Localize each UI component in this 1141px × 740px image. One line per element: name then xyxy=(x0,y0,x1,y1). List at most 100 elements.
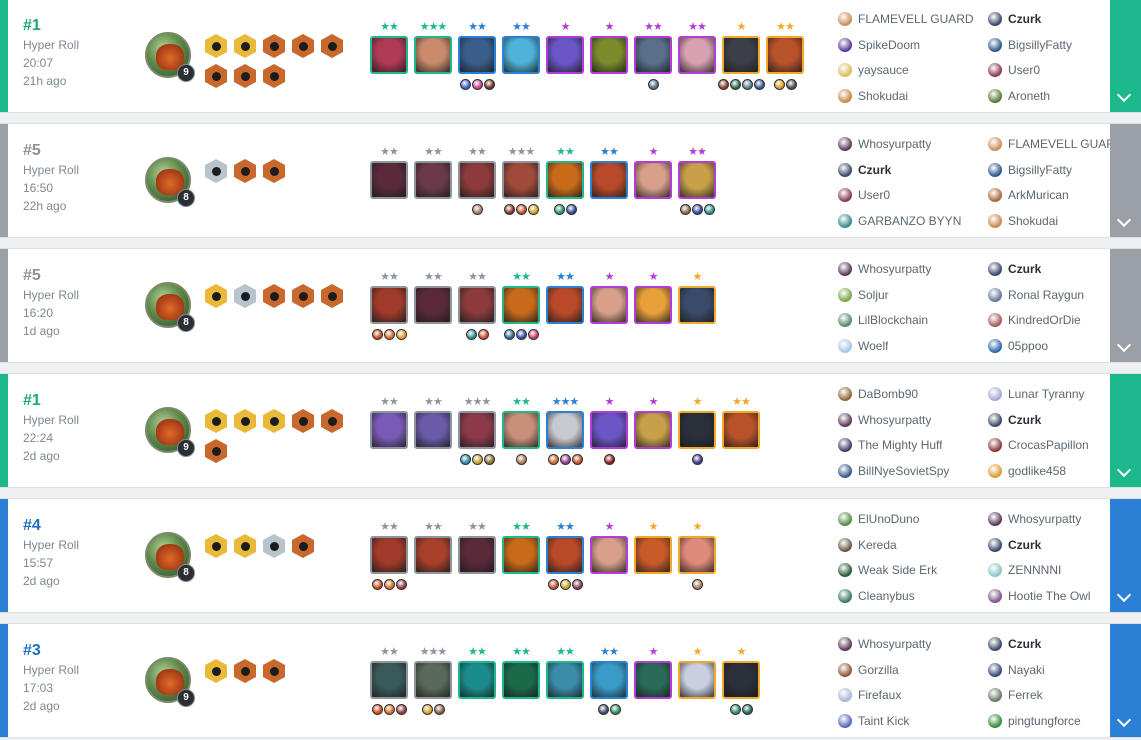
lobby-player[interactable]: Aroneth xyxy=(988,86,1126,106)
player-name[interactable]: Whosyurpatty xyxy=(858,637,931,651)
champion-portrait[interactable] xyxy=(502,161,540,199)
player-name[interactable]: 05ppoo xyxy=(1008,339,1048,353)
champion-portrait[interactable] xyxy=(590,161,628,199)
champion-portrait[interactable] xyxy=(634,36,672,74)
champion-unit[interactable]: ★ xyxy=(590,521,628,601)
champion-portrait[interactable] xyxy=(546,286,584,324)
player-name[interactable]: Firefaux xyxy=(858,688,901,702)
champion-portrait[interactable] xyxy=(546,536,584,574)
lobby-player[interactable]: Czurk xyxy=(988,259,1126,279)
champion-portrait[interactable] xyxy=(370,661,408,699)
champion-portrait[interactable] xyxy=(722,661,760,699)
trait-icon[interactable] xyxy=(205,409,227,433)
champion-portrait[interactable] xyxy=(634,536,672,574)
trait-icon[interactable] xyxy=(321,409,343,433)
champion-unit[interactable]: ★★★ xyxy=(458,396,496,476)
champion-unit[interactable]: ★★ xyxy=(370,271,408,351)
lobby-player[interactable]: Whosyurpatty xyxy=(838,134,976,154)
player-name[interactable]: Weak Side Erk xyxy=(858,563,937,577)
player-name[interactable]: Taint Kick xyxy=(858,714,909,728)
lobby-player[interactable]: FLAMEVELL GUARD xyxy=(988,134,1126,154)
item-icon[interactable] xyxy=(785,79,797,90)
lobby-player[interactable]: Czurk xyxy=(988,9,1126,29)
champion-unit[interactable]: ★★★ xyxy=(546,396,584,476)
lobby-player[interactable]: Hootie The Owl xyxy=(988,586,1126,606)
expand-details-button[interactable] xyxy=(1110,624,1141,737)
champion-unit[interactable]: ★★ xyxy=(370,396,408,476)
lobby-player[interactable]: Gorzilla xyxy=(838,660,976,680)
player-name[interactable]: DaBomb90 xyxy=(858,387,918,401)
trait-icon[interactable] xyxy=(321,34,343,58)
item-icon[interactable] xyxy=(371,579,383,590)
item-icon[interactable] xyxy=(459,79,471,90)
champion-unit[interactable]: ★★ xyxy=(502,646,540,726)
player-name[interactable]: pingtungforce xyxy=(1008,714,1081,728)
lobby-player[interactable]: FLAMEVELL GUARD xyxy=(838,9,976,29)
lobby-player[interactable]: Woelf xyxy=(838,336,976,356)
item-icon[interactable] xyxy=(383,704,395,715)
champion-unit[interactable]: ★★★ xyxy=(502,146,540,226)
match-row[interactable]: #5 Hyper Roll 16:50 22h ago 8 ★★ ★★ ★★ ★★★ ★★ ★★ ★ ★… xyxy=(0,123,1141,238)
champion-portrait[interactable] xyxy=(370,536,408,574)
champion-unit[interactable]: ★★ xyxy=(546,646,584,726)
item-icon[interactable] xyxy=(559,454,571,465)
player-name[interactable]: Ronal Raygun xyxy=(1008,288,1084,302)
champion-portrait[interactable] xyxy=(546,661,584,699)
player-name[interactable]: Hootie The Owl xyxy=(1008,589,1090,603)
champion-unit[interactable]: ★★ xyxy=(458,21,496,101)
trait-icon[interactable] xyxy=(292,409,314,433)
player-name[interactable]: Czurk xyxy=(1008,12,1041,26)
item-icon[interactable] xyxy=(395,579,407,590)
player-name[interactable]: BillNyeSovietSpy xyxy=(858,464,949,478)
lobby-player[interactable]: SpikeDoom xyxy=(838,35,976,55)
item-icon[interactable] xyxy=(703,204,715,215)
champion-unit[interactable]: ★ xyxy=(634,396,672,476)
champion-unit[interactable]: ★ xyxy=(590,396,628,476)
champion-unit[interactable]: ★★ xyxy=(634,21,672,101)
champion-unit[interactable]: ★★ xyxy=(370,646,408,726)
champion-portrait[interactable] xyxy=(766,36,804,74)
player-name[interactable]: Kereda xyxy=(858,538,897,552)
lobby-player[interactable]: LilBlockchain xyxy=(838,310,976,330)
champion-portrait[interactable] xyxy=(370,411,408,449)
champion-portrait[interactable] xyxy=(414,661,452,699)
trait-icon[interactable] xyxy=(292,34,314,58)
item-icon[interactable] xyxy=(741,79,753,90)
champion-portrait[interactable] xyxy=(546,411,584,449)
champion-unit[interactable]: ★★★ xyxy=(414,646,452,726)
item-icon[interactable] xyxy=(565,204,577,215)
champion-portrait[interactable] xyxy=(546,36,584,74)
trait-icon[interactable] xyxy=(263,64,285,88)
champion-unit[interactable]: ★★ xyxy=(414,396,452,476)
champion-unit[interactable]: ★ xyxy=(678,521,716,601)
trait-icon[interactable] xyxy=(205,64,227,88)
champion-portrait[interactable] xyxy=(634,161,672,199)
expand-details-button[interactable] xyxy=(1110,499,1141,612)
player-name[interactable]: Ferrek xyxy=(1008,688,1043,702)
lobby-player[interactable]: User0 xyxy=(838,185,976,205)
match-row[interactable]: #1 Hyper Roll 20:07 21h ago 9 ★★ ★★★ ★★ ★★ ★ ★ ★★ ★★… xyxy=(0,0,1141,113)
champion-unit[interactable]: ★ xyxy=(678,396,716,476)
expand-details-button[interactable] xyxy=(1110,249,1141,362)
item-icon[interactable] xyxy=(527,329,539,340)
champion-portrait[interactable] xyxy=(414,536,452,574)
lobby-player[interactable]: Czurk xyxy=(988,410,1126,430)
item-icon[interactable] xyxy=(559,579,571,590)
champion-portrait[interactable] xyxy=(458,411,496,449)
lobby-player[interactable]: GARBANZO BYYN xyxy=(838,211,976,231)
trait-icon[interactable] xyxy=(234,64,256,88)
item-icon[interactable] xyxy=(483,79,495,90)
player-name[interactable]: Cleanybus xyxy=(858,589,915,603)
item-icon[interactable] xyxy=(471,79,483,90)
lobby-player[interactable]: Kereda xyxy=(838,535,976,555)
trait-icon[interactable] xyxy=(263,659,285,683)
champion-portrait[interactable] xyxy=(546,161,584,199)
champion-unit[interactable]: ★ xyxy=(634,646,672,726)
player-name[interactable]: godlike458 xyxy=(1008,464,1066,478)
item-icon[interactable] xyxy=(603,454,615,465)
champion-unit[interactable]: ★★ xyxy=(766,21,804,101)
item-icon[interactable] xyxy=(395,329,407,340)
player-name[interactable]: GARBANZO BYYN xyxy=(858,214,961,228)
player-name[interactable]: Shokudai xyxy=(1008,214,1058,228)
item-icon[interactable] xyxy=(471,204,483,215)
